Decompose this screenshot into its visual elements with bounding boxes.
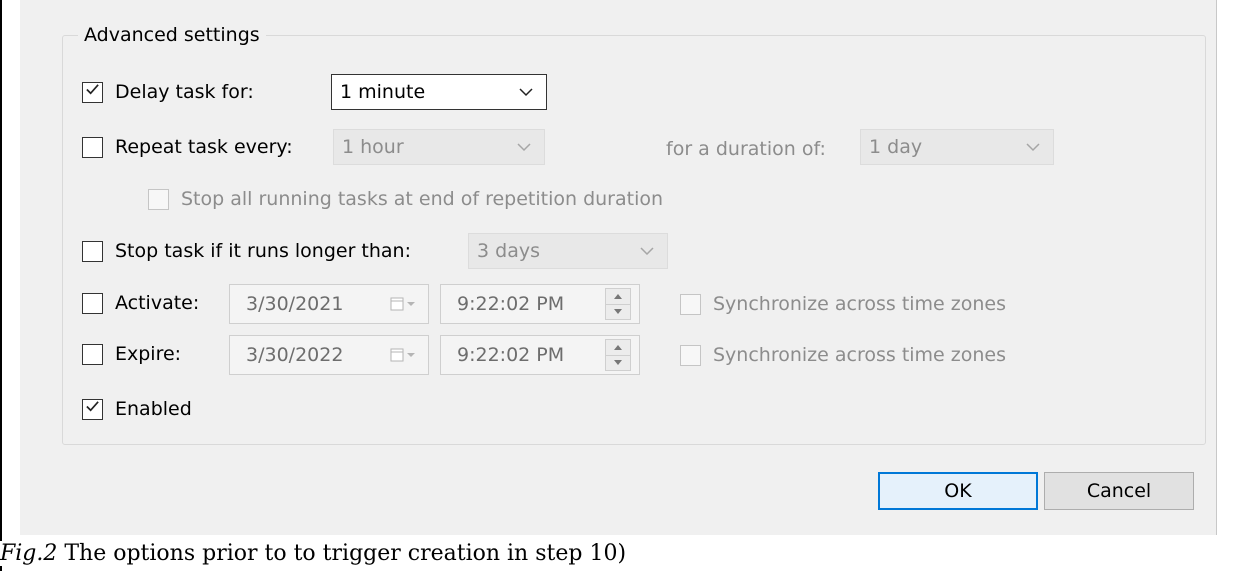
activate-row: Activate: [82, 292, 199, 314]
enabled-row: Enabled [82, 398, 192, 420]
time-spinner[interactable] [605, 288, 631, 320]
activate-sync-checkbox[interactable] [680, 293, 701, 315]
expire-time-picker[interactable]: 9:22:02 PM [440, 335, 640, 375]
expire-date-picker[interactable]: 3/30/2022 [229, 335, 429, 375]
expire-row: Expire: [82, 343, 181, 365]
repeat-interval-select[interactable]: 1 hour [333, 129, 545, 165]
chevron-down-icon [506, 75, 546, 109]
calendar-icon[interactable] [378, 336, 428, 374]
repeat-task-checkbox[interactable] [82, 136, 103, 158]
stop-task-label: Stop task if it runs longer than: [115, 240, 412, 262]
delay-task-select[interactable]: 1 minute [331, 74, 547, 110]
delay-task-value: 1 minute [340, 81, 426, 103]
duration-select[interactable]: 1 day [860, 129, 1054, 165]
ok-button[interactable]: OK [878, 472, 1038, 510]
duration-value: 1 day [869, 136, 923, 158]
activate-sync-label: Synchronize across time zones [713, 293, 1007, 315]
spin-up-icon[interactable] [606, 289, 630, 304]
cancel-button[interactable]: Cancel [1044, 472, 1194, 510]
stop-all-running-checkbox[interactable] [148, 188, 169, 210]
checkmark-icon [86, 400, 99, 411]
expire-date-value: 3/30/2022 [246, 344, 344, 366]
figure-number: Fig.2 [0, 541, 58, 566]
activate-checkbox[interactable] [82, 292, 103, 314]
activate-date-picker[interactable]: 3/30/2021 [229, 284, 429, 324]
checkmark-icon [86, 83, 99, 94]
chevron-down-icon [627, 234, 667, 268]
time-spinner[interactable] [605, 339, 631, 371]
trigger-dialog: Advanced settings Delay task for: 1 minu… [20, 0, 1217, 535]
enabled-checkbox[interactable] [82, 398, 103, 420]
delay-task-row: Delay task for: [82, 81, 254, 103]
activate-time-picker[interactable]: 9:22:02 PM [440, 284, 640, 324]
delay-task-label: Delay task for: [115, 81, 254, 103]
spin-up-icon[interactable] [606, 340, 630, 355]
repeat-task-row: Repeat task every: [82, 136, 293, 158]
repeat-interval-value: 1 hour [342, 136, 404, 158]
repeat-task-label: Repeat task every: [115, 136, 293, 158]
caption-text: The options prior to to trigger creation… [57, 541, 627, 566]
chevron-down-icon [504, 130, 544, 164]
figure-caption: Fig.2 The options prior to to trigger cr… [0, 541, 627, 566]
expire-sync-row: Synchronize across time zones [680, 344, 1006, 366]
delay-task-checkbox[interactable] [82, 81, 103, 103]
spin-down-icon[interactable] [606, 354, 630, 371]
activate-sync-row: Synchronize across time zones [680, 293, 1006, 315]
duration-label: for a duration of: [666, 138, 826, 160]
expire-time-value: 9:22:02 PM [457, 344, 565, 366]
expire-sync-label: Synchronize across time zones [713, 344, 1007, 366]
expire-label: Expire: [115, 343, 182, 365]
stop-task-checkbox[interactable] [82, 240, 103, 262]
stop-all-running-label: Stop all running tasks at end of repetit… [181, 188, 664, 210]
stop-task-value: 3 days [477, 240, 540, 262]
spin-down-icon[interactable] [606, 303, 630, 320]
advanced-settings-title: Advanced settings [78, 24, 266, 46]
activate-label: Activate: [115, 292, 200, 314]
stop-task-select[interactable]: 3 days [468, 233, 668, 269]
activate-time-value: 9:22:02 PM [457, 293, 565, 315]
expire-sync-checkbox[interactable] [680, 344, 701, 366]
calendar-icon[interactable] [378, 285, 428, 323]
activate-date-value: 3/30/2021 [246, 293, 344, 315]
left-border-line [0, 0, 2, 571]
enabled-label: Enabled [115, 398, 192, 420]
chevron-down-icon [1013, 130, 1053, 164]
expire-checkbox[interactable] [82, 343, 103, 365]
stop-all-running-row: Stop all running tasks at end of repetit… [148, 188, 663, 210]
stop-task-row: Stop task if it runs longer than: [82, 240, 411, 262]
